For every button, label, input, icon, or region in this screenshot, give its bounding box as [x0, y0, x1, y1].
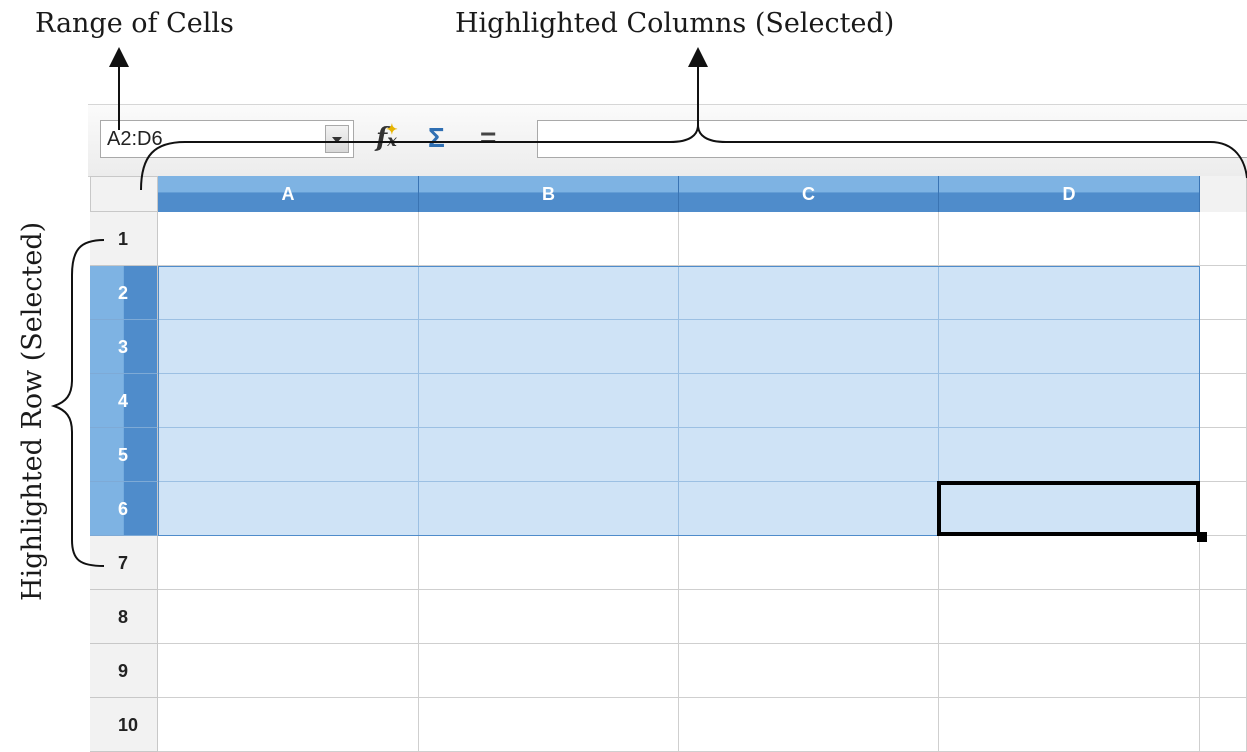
row-header-8[interactable]: 8 [90, 590, 158, 644]
cell-c6[interactable] [679, 482, 939, 536]
row-header-9[interactable]: 9 [90, 644, 158, 698]
cell-d10[interactable] [939, 698, 1200, 752]
cell-b3[interactable] [419, 320, 679, 374]
cell-next-5[interactable] [1200, 428, 1247, 482]
cell-c9[interactable] [679, 644, 939, 698]
cell-a9[interactable] [158, 644, 419, 698]
cell-a4[interactable] [158, 374, 419, 428]
column-header-c[interactable]: C [679, 176, 939, 212]
row-header-1[interactable]: 1 [90, 212, 158, 266]
cell-next-8[interactable] [1200, 590, 1247, 644]
cell-d8[interactable] [939, 590, 1200, 644]
column-header-d[interactable]: D [939, 176, 1200, 212]
cell-c1[interactable] [679, 212, 939, 266]
cell-a10[interactable] [158, 698, 419, 752]
cell-d9[interactable] [939, 644, 1200, 698]
cell-next-4[interactable] [1200, 374, 1247, 428]
cell-next-10[interactable] [1200, 698, 1247, 752]
cell-b7[interactable] [419, 536, 679, 590]
cell-a6[interactable] [158, 482, 419, 536]
cell-d1[interactable] [939, 212, 1200, 266]
row-header-5[interactable]: 5 [90, 428, 158, 482]
cell-next-3[interactable] [1200, 320, 1247, 374]
cell-d3[interactable] [939, 320, 1200, 374]
cell-b1[interactable] [419, 212, 679, 266]
cell-b4[interactable] [419, 374, 679, 428]
cell-b2[interactable] [419, 266, 679, 320]
cell-d5[interactable] [939, 428, 1200, 482]
cell-b5[interactable] [419, 428, 679, 482]
cell-b9[interactable] [419, 644, 679, 698]
cell-next-2[interactable] [1200, 266, 1247, 320]
row-header-6[interactable]: 6 [90, 482, 158, 536]
column-header-next[interactable] [1200, 176, 1247, 212]
column-header-b[interactable]: B [419, 176, 679, 212]
select-all-corner[interactable] [90, 176, 158, 212]
cell-d2[interactable] [939, 266, 1200, 320]
cell-c4[interactable] [679, 374, 939, 428]
fill-handle[interactable] [1197, 532, 1207, 542]
cell-b10[interactable] [419, 698, 679, 752]
row-header-10[interactable]: 10 [90, 698, 158, 752]
cell-next-9[interactable] [1200, 644, 1247, 698]
cell-b8[interactable] [419, 590, 679, 644]
cell-a7[interactable] [158, 536, 419, 590]
cell-next-6[interactable] [1200, 482, 1247, 536]
cell-c8[interactable] [679, 590, 939, 644]
column-header-a[interactable]: A [158, 176, 419, 212]
cell-a3[interactable] [158, 320, 419, 374]
cell-next-7[interactable] [1200, 536, 1247, 590]
cell-c2[interactable] [679, 266, 939, 320]
row-header-2[interactable]: 2 [90, 266, 158, 320]
cell-b6[interactable] [419, 482, 679, 536]
row-header-4[interactable]: 4 [90, 374, 158, 428]
cell-d4[interactable] [939, 374, 1200, 428]
cell-c10[interactable] [679, 698, 939, 752]
cell-a2[interactable] [158, 266, 419, 320]
cell-d7[interactable] [939, 536, 1200, 590]
cell-c7[interactable] [679, 536, 939, 590]
cell-next-1[interactable] [1200, 212, 1247, 266]
row-header-3[interactable]: 3 [90, 320, 158, 374]
cell-a1[interactable] [158, 212, 419, 266]
cell-a5[interactable] [158, 428, 419, 482]
spreadsheet-grid: A B C D 1 2 3 4 5 6 7 8 9 10 [0, 0, 1247, 752]
active-cell-cursor[interactable] [937, 481, 1200, 536]
cell-c3[interactable] [679, 320, 939, 374]
row-header-7[interactable]: 7 [90, 536, 158, 590]
cell-c5[interactable] [679, 428, 939, 482]
cell-a8[interactable] [158, 590, 419, 644]
